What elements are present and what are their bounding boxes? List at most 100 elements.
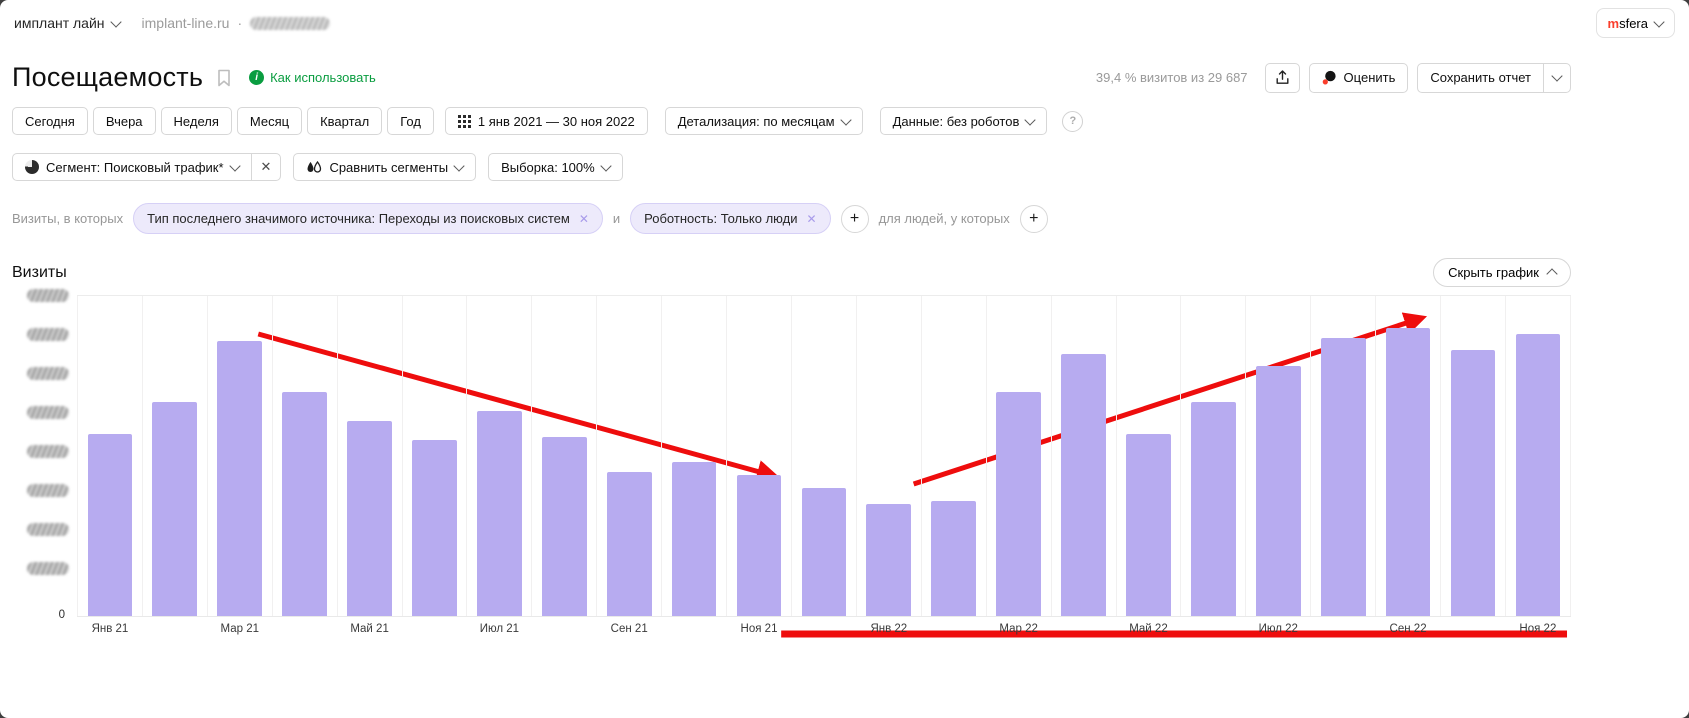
visits-bar[interactable] (541, 436, 587, 616)
visits-bar[interactable] (1450, 350, 1496, 616)
bar-slot (401, 296, 467, 616)
compare-segments-dropdown[interactable]: Сравнить сегменты (293, 153, 477, 181)
visits-bar[interactable] (87, 433, 133, 616)
bookmark-icon[interactable] (217, 69, 231, 87)
bar-slot: Ноя 22 (1504, 296, 1571, 635)
visits-bar[interactable] (347, 420, 392, 616)
x-tick-label: Ноя 21 (740, 623, 778, 635)
user-name-prefix: m (1607, 15, 1620, 31)
save-report-button[interactable]: Сохранить отчет (1417, 62, 1544, 93)
bar-slot: Янв 21 (77, 296, 142, 635)
data-mode-dropdown[interactable]: Данные: без роботов (879, 107, 1048, 135)
visits-bar[interactable] (477, 411, 522, 616)
visits-bar[interactable] (1190, 401, 1236, 616)
visits-bar[interactable] (931, 500, 977, 616)
chevron-down-icon (1024, 113, 1037, 126)
visits-bar[interactable] (866, 504, 912, 616)
filter-chip-source-label: Тип последнего значимого источника: Пере… (147, 211, 570, 226)
counter-name: имплант лайн (14, 15, 105, 31)
period-year-button[interactable]: Год (387, 107, 434, 135)
export-icon (1276, 70, 1289, 84)
close-icon[interactable]: ✕ (579, 212, 589, 226)
detail-dropdown[interactable]: Детализация: по месяцам (664, 107, 863, 135)
bar-slot: Май 21 (336, 296, 402, 635)
chevron-down-icon (1653, 15, 1665, 28)
x-tick-label: Сен 22 (1389, 623, 1427, 635)
filter-chip-robots[interactable]: Роботность: Только люди ✕ (630, 203, 831, 234)
visits-bar[interactable] (1126, 433, 1171, 616)
visits-bar[interactable] (217, 340, 263, 616)
chevron-down-icon (600, 159, 612, 172)
user-menu-button[interactable]: msfera (1595, 8, 1675, 38)
visits-bar[interactable] (606, 472, 652, 616)
visits-bar[interactable] (1385, 328, 1431, 616)
redacted-y-tick (27, 523, 69, 536)
visits-bar[interactable] (282, 392, 328, 616)
redacted-y-tick (27, 289, 69, 302)
period-today-button[interactable]: Сегодня (12, 107, 88, 135)
sample-label: Выборка: 100% (501, 159, 595, 175)
topbar: имплант лайн implant-line.ru · msfera (0, 0, 1689, 46)
and-label: и (612, 211, 621, 226)
redacted-y-tick (27, 406, 69, 419)
visits-bar[interactable] (671, 462, 717, 616)
x-tick-label: Май 21 (350, 623, 389, 635)
bar-slot: Янв 22 (855, 296, 921, 635)
visits-bar[interactable] (1320, 337, 1366, 616)
segment-pie-icon (25, 160, 39, 174)
export-button[interactable] (1264, 62, 1300, 93)
for-people-label: для людей, у которых (878, 211, 1010, 226)
how-to-use-link[interactable]: i Как использовать (249, 70, 376, 85)
bar-slot (790, 296, 856, 616)
redacted-y-tick (27, 328, 69, 341)
close-icon[interactable]: ✕ (807, 212, 817, 226)
bar-slot: Сен 21 (596, 296, 661, 635)
add-people-filter-button[interactable]: + (1019, 204, 1048, 233)
rate-label: Оценить (1343, 70, 1396, 85)
rate-button[interactable]: Оценить (1308, 62, 1409, 93)
data-mode-label: Данные: без роботов (892, 113, 1020, 129)
counter-switcher[interactable]: имплант лайн (14, 15, 122, 31)
rate-icon (1322, 70, 1336, 85)
visits-bar[interactable] (801, 488, 847, 616)
hide-chart-button[interactable]: Скрыть график (1433, 258, 1571, 287)
visits-bar[interactable] (1515, 334, 1561, 616)
period-week-button[interactable]: Неделя (160, 107, 232, 135)
visits-bar[interactable] (1061, 353, 1106, 616)
x-tick-label: Янв 22 (870, 623, 908, 635)
compare-segments-label: Сравнить сегменты (329, 159, 449, 175)
y-axis: 0 (12, 289, 77, 621)
period-toolbar: Сегодня Вчера Неделя Месяц Квартал Год 1… (12, 107, 1571, 135)
period-yesterday-button[interactable]: Вчера (92, 107, 156, 135)
add-visit-filter-button[interactable]: + (840, 204, 869, 233)
visits-bar[interactable] (412, 440, 457, 616)
date-range-button[interactable]: 1 янв 2021 — 30 ноя 2022 (444, 107, 648, 135)
report-header: Посещаемость i Как использовать 39,4 % в… (12, 62, 1571, 93)
help-icon[interactable]: ? (1062, 110, 1084, 132)
bar-slot (1050, 296, 1116, 616)
period-month-button[interactable]: Месяц (236, 107, 303, 135)
segment-toolbar: Сегмент: Поисковый трафик* ✕ Сравнить се… (12, 153, 1571, 181)
visits-bar-chart: 0 Янв 21 Мар 21 Май 21 Июл 21 Сен 21 Ноя 21 Ян… (12, 289, 1571, 638)
chart-plot: Янв 21 Мар 21 Май 21 Июл 21 Сен 21 Ноя 21 Янв … (77, 295, 1571, 638)
chevron-down-icon (109, 15, 122, 28)
visits-bar[interactable] (152, 401, 198, 616)
period-quarter-button[interactable]: Квартал (307, 107, 383, 135)
visits-in-label: Визиты, в которых (12, 211, 124, 226)
segment-dropdown[interactable]: Сегмент: Поисковый трафик* (12, 153, 252, 181)
bar-slot (1440, 296, 1505, 616)
redacted-counter-id (250, 16, 331, 30)
visits-bar[interactable] (736, 475, 782, 616)
chevron-up-icon (1546, 268, 1558, 280)
bar-slot (1180, 296, 1245, 616)
visits-bar[interactable] (996, 392, 1041, 616)
bar-slot (1310, 296, 1375, 616)
visits-bar[interactable] (1255, 366, 1301, 616)
save-report-dropdown-button[interactable] (1543, 62, 1571, 93)
sample-dropdown[interactable]: Выборка: 100% (488, 153, 623, 181)
filter-chip-source[interactable]: Тип последнего значимого источника: Пере… (133, 203, 603, 234)
redacted-y-tick (27, 445, 69, 458)
site-domain: implant-line.ru (141, 15, 230, 31)
segment-clear-button[interactable]: ✕ (250, 153, 282, 181)
bar-slot: Июл 21 (466, 296, 531, 635)
